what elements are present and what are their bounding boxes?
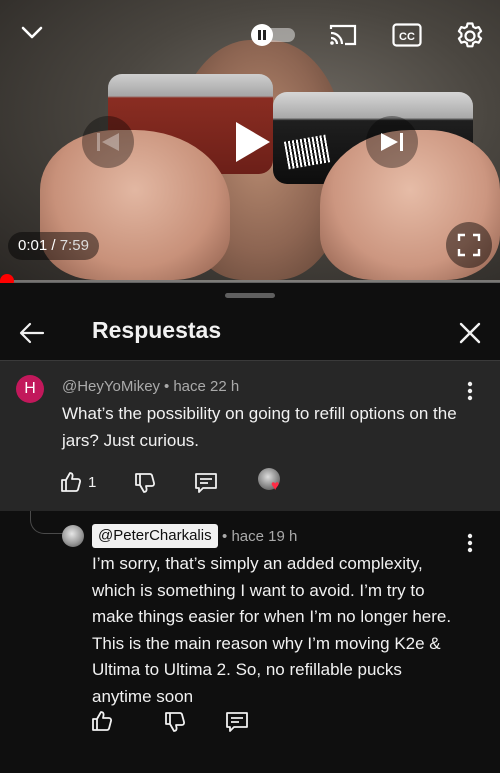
parent-comment: H @HeyYoMikey • hace 22 h What’s the possi… — [0, 361, 500, 511]
minimize-button[interactable] — [14, 20, 50, 46]
previous-icon — [97, 133, 119, 151]
thumbs-down-icon — [165, 712, 186, 732]
reply-button[interactable] — [225, 711, 249, 733]
replies-panel: Respuestas H @HeyYoMikey • hace 22 h What’… — [0, 283, 500, 773]
reply-text: I’m sorry, that’s simply an added comple… — [92, 554, 452, 706]
cc-label: CC — [399, 31, 415, 43]
next-icon — [381, 133, 403, 151]
thumbs-up-icon — [92, 711, 113, 731]
play-button[interactable] — [222, 112, 282, 172]
duration: 7:59 — [59, 237, 89, 254]
panel-header: Respuestas — [0, 307, 500, 359]
pause-toggle-icon — [251, 24, 295, 46]
arrow-left-icon — [19, 322, 45, 344]
autoplay-toggle[interactable] — [249, 24, 297, 46]
avatar[interactable]: H — [16, 375, 44, 403]
thumbs-down-icon — [135, 473, 156, 493]
thumbs-up-icon — [61, 472, 82, 492]
reply-menu-button[interactable] — [460, 531, 480, 555]
time-separator: / — [47, 237, 60, 254]
meta-separator: • — [164, 378, 170, 395]
more-vert-icon — [467, 381, 473, 401]
current-time: 0:01 — [18, 237, 48, 254]
panel-title: Respuestas — [92, 317, 222, 343]
reply-time: hace 19 h — [231, 528, 298, 545]
cast-icon — [329, 24, 357, 46]
fullscreen-icon — [457, 233, 481, 257]
video-player[interactable]: CC 0:01 / 7:59 — [0, 0, 500, 282]
play-icon — [236, 122, 270, 162]
back-button[interactable] — [14, 315, 50, 351]
avatar[interactable] — [62, 525, 84, 547]
previous-button[interactable] — [82, 116, 134, 168]
cast-button[interactable] — [325, 18, 361, 52]
chevron-down-icon — [21, 26, 43, 39]
like-button[interactable] — [91, 710, 113, 732]
like-button[interactable]: 1 — [60, 471, 96, 493]
heart-icon: ♥ — [271, 477, 280, 493]
cc-icon: CC — [392, 23, 422, 47]
dislike-button[interactable] — [164, 711, 186, 733]
comment-time: hace 22 h — [173, 378, 240, 395]
comment-author[interactable]: @HeyYoMikey — [62, 378, 160, 395]
comment-icon — [195, 473, 217, 493]
dislike-button[interactable] — [134, 472, 156, 494]
creator-heart[interactable]: ♥ — [258, 468, 288, 498]
time-display: 0:01 / 7:59 — [8, 232, 99, 260]
comment-meta: @HeyYoMikey • hace 22 h — [62, 378, 239, 395]
settings-button[interactable] — [452, 18, 488, 54]
fullscreen-button[interactable] — [446, 222, 492, 268]
close-button[interactable] — [452, 315, 488, 351]
reply-comment: @PeterCharkalis • hace 19 h I’m sorry, t… — [0, 511, 500, 773]
gear-icon — [457, 22, 483, 48]
more-vert-icon — [467, 533, 473, 553]
reply-button[interactable] — [194, 472, 218, 494]
comment-text: What’s the possibility on going to refil… — [62, 404, 457, 450]
like-count: 1 — [88, 473, 97, 491]
comment-icon — [226, 712, 248, 732]
reply-meta: • hace 19 h — [222, 528, 297, 545]
meta-separator: • — [222, 528, 228, 545]
close-icon — [459, 322, 481, 344]
reply-author-chip[interactable]: @PeterCharkalis — [92, 524, 218, 548]
drag-handle[interactable] — [225, 293, 275, 298]
next-button[interactable] — [366, 116, 418, 168]
captions-button[interactable]: CC — [390, 20, 424, 50]
